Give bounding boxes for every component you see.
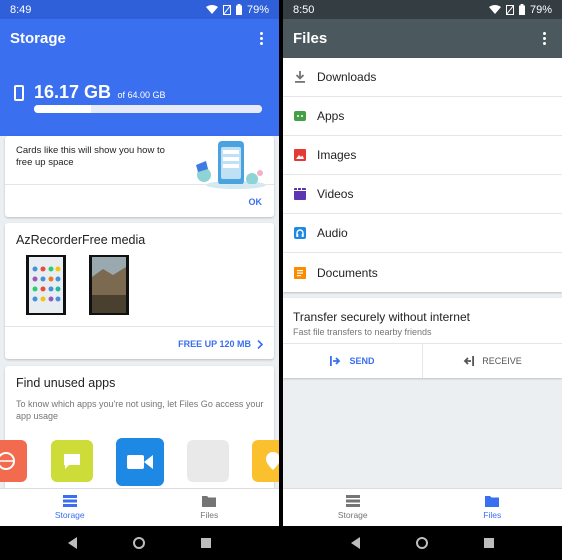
battery-icon — [518, 4, 525, 15]
free-up-label: FREE UP 120 MB — [178, 339, 251, 349]
category-label: Audio — [317, 226, 348, 240]
card-title: AzRecorderFree media — [16, 233, 146, 247]
no-sim-icon — [505, 4, 514, 15]
ok-button[interactable]: OK — [249, 197, 263, 207]
nav-label-files: Files — [483, 510, 502, 520]
home-icon[interactable] — [416, 537, 429, 549]
send-button[interactable]: SEND — [283, 344, 422, 378]
category-label: Images — [317, 148, 357, 162]
storage-used: 16.17 GB — [34, 82, 112, 102]
browser-app-icon[interactable] — [0, 440, 27, 482]
overflow-menu-icon[interactable] — [536, 29, 552, 49]
video-app-icon[interactable] — [116, 438, 164, 486]
storage-icon — [345, 495, 360, 507]
back-icon[interactable] — [67, 537, 78, 549]
card-title: Find unused apps — [16, 376, 116, 390]
card-description: To know which apps you're not using, let… — [16, 399, 264, 421]
transfer-card: Transfer securely without internet Fast … — [283, 298, 562, 378]
tip-text: Cards like this will show you how to fre… — [16, 145, 165, 168]
category-apps[interactable]: Apps — [283, 97, 562, 136]
storage-summary: 16.17 GB of 64.00 GB — [0, 58, 279, 136]
nav-tab-files[interactable]: Files — [140, 489, 280, 526]
phone-icon — [14, 85, 24, 101]
app-bar: Storage — [0, 19, 279, 58]
folder-icon — [485, 496, 500, 507]
bottom-navigation: Storage Files — [283, 488, 562, 526]
category-label: Downloads — [317, 70, 377, 84]
wifi-icon — [488, 4, 501, 14]
receive-button[interactable]: RECEIVE — [422, 344, 562, 378]
battery-percent: 79% — [246, 3, 269, 16]
transfer-title: Transfer securely without internet — [293, 310, 470, 324]
image-icon — [293, 148, 307, 162]
transfer-description: Fast file transfers to nearby friends — [293, 327, 432, 337]
app-bar: Files — [283, 19, 562, 58]
receive-label: RECEIVE — [482, 356, 522, 366]
status-time: 8:50 — [293, 3, 315, 16]
chevron-right-icon — [257, 339, 263, 349]
media-thumbnail[interactable] — [26, 255, 66, 315]
category-label: Apps — [317, 109, 345, 123]
messages-app-icon[interactable] — [51, 440, 93, 482]
download-icon — [293, 70, 307, 84]
category-videos[interactable]: Videos — [283, 175, 562, 214]
no-sim-icon — [222, 4, 231, 15]
storage-icon — [62, 495, 77, 507]
category-downloads[interactable]: Downloads — [283, 58, 562, 97]
nav-label-storage: Storage — [337, 510, 368, 520]
storage-total: of 64.00 GB — [117, 90, 166, 100]
storage-progress-bar — [34, 105, 262, 113]
category-audio[interactable]: Audio — [283, 214, 562, 253]
page-title: Files — [293, 30, 328, 47]
recents-icon[interactable] — [201, 538, 212, 548]
tip-card: Cards like this will show you how to fre… — [5, 136, 274, 217]
recents-icon[interactable] — [484, 538, 495, 548]
category-label: Documents — [317, 265, 378, 280]
nav-tab-files[interactable]: Files — [423, 489, 562, 526]
receive-icon — [463, 356, 475, 366]
home-icon[interactable] — [133, 537, 146, 549]
system-navigation-bar — [0, 526, 279, 560]
media-card: AzRecorderFree media FREE UP 120 MB — [5, 223, 274, 359]
document-icon — [293, 266, 307, 280]
status-bar: 8:50 79% — [283, 0, 562, 19]
category-label: Videos — [317, 187, 354, 201]
blank-app-icon[interactable] — [187, 440, 229, 482]
send-label: SEND — [349, 356, 375, 366]
folder-icon — [202, 496, 217, 507]
page-title: Storage — [10, 30, 66, 47]
status-time: 8:49 — [10, 3, 32, 16]
media-thumbnail[interactable] — [89, 255, 129, 315]
battery-icon — [235, 4, 242, 15]
bottom-navigation: Storage Files — [0, 488, 279, 526]
system-navigation-bar — [283, 526, 562, 560]
category-images[interactable]: Images — [283, 136, 562, 175]
android-icon — [293, 109, 307, 123]
status-bar: 8:49 79% — [0, 0, 279, 19]
battery-percent: 79% — [529, 3, 552, 16]
nav-label-files: Files — [200, 510, 219, 520]
maps-app-icon[interactable] — [252, 440, 279, 482]
nav-tab-storage[interactable]: Storage — [0, 489, 140, 526]
wifi-icon — [205, 4, 218, 14]
category-documents[interactable]: Documents — [283, 253, 562, 292]
nav-tab-storage[interactable]: Storage — [283, 489, 423, 526]
unused-apps-card: Find unused apps To know which apps you'… — [0, 366, 279, 496]
overflow-menu-icon[interactable] — [253, 29, 269, 49]
file-categories-list: Downloads Apps Images Videos Audio Docum… — [283, 58, 562, 292]
storage-screen: 8:49 79% Storage 16.17 GB of 64.00 GB Ca… — [0, 0, 279, 560]
send-icon — [330, 356, 341, 366]
video-icon — [293, 187, 307, 201]
back-icon[interactable] — [350, 537, 361, 549]
files-screen: 8:50 79% Files Downloads Apps Images Vid… — [283, 0, 562, 560]
nav-label-storage: Storage — [54, 510, 85, 520]
free-up-button[interactable]: FREE UP 120 MB — [178, 339, 263, 349]
headphones-icon — [293, 226, 307, 240]
